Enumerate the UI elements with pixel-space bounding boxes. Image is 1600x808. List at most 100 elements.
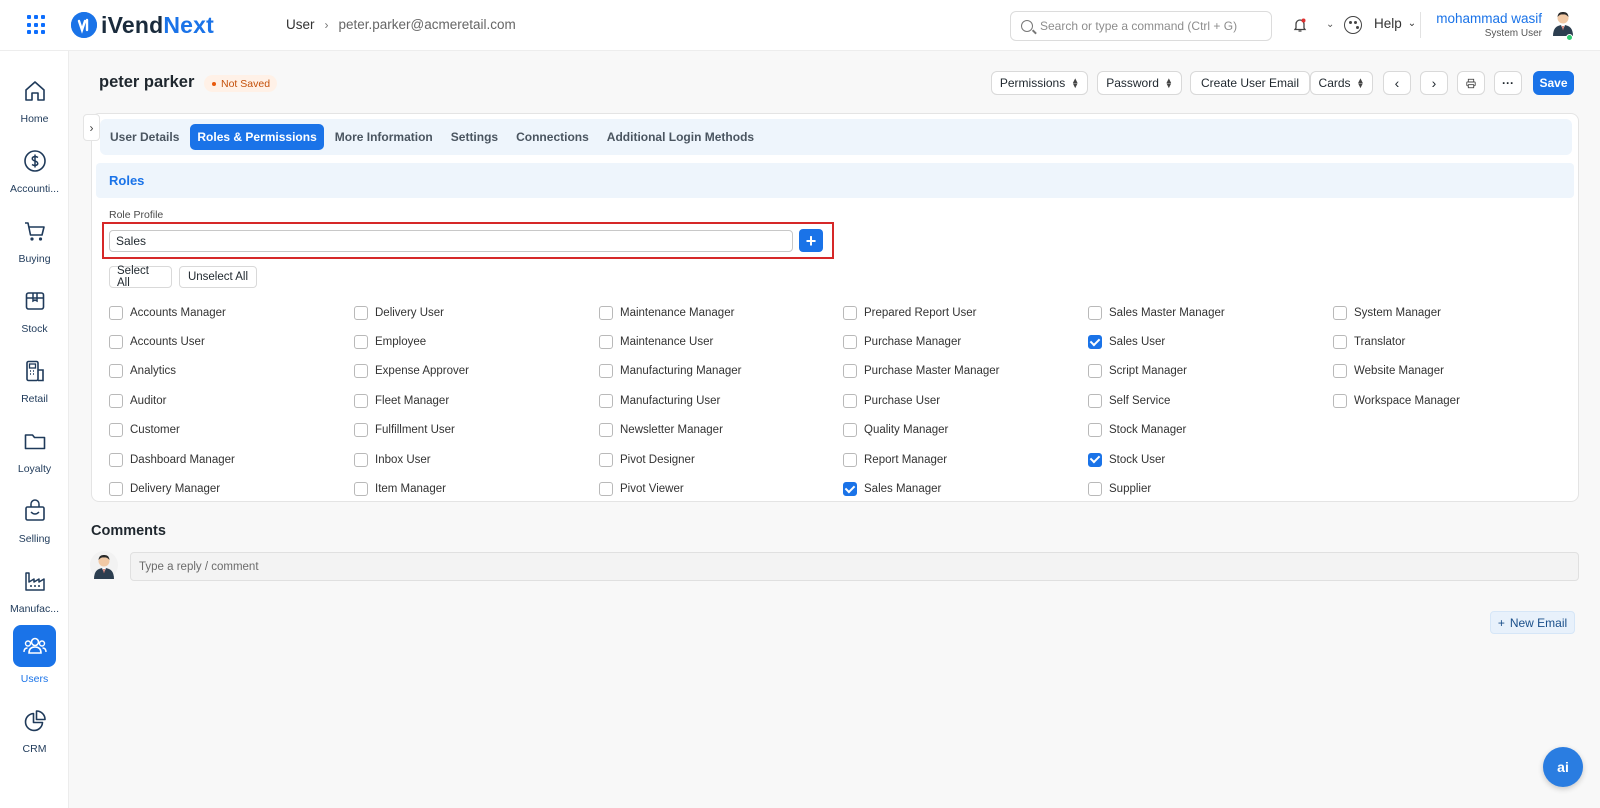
role-checkbox-item[interactable]: Item Manager	[354, 474, 584, 503]
checkbox-unchecked[interactable]	[599, 305, 613, 320]
role-checkbox-item[interactable]: Stock User	[1088, 445, 1318, 474]
checkbox-unchecked[interactable]	[109, 364, 123, 379]
checkbox-checked[interactable]	[843, 482, 857, 497]
role-checkbox-item[interactable]: Prepared Report User	[843, 298, 1073, 327]
role-checkbox-item[interactable]: Inbox User	[354, 445, 584, 474]
tab-more-information[interactable]: More Information	[328, 124, 440, 150]
print-button[interactable]	[1457, 71, 1485, 95]
permissions-dropdown-button[interactable]: Permissions ▲ ▼	[991, 71, 1088, 95]
sidebar-item-stock[interactable]: Stock	[0, 279, 69, 345]
role-checkbox-item[interactable]: Manufacturing User	[599, 386, 829, 415]
save-button[interactable]: Save	[1533, 71, 1574, 95]
checkbox-checked[interactable]	[1088, 335, 1102, 350]
checkbox-unchecked[interactable]	[354, 482, 368, 497]
checkbox-unchecked[interactable]	[354, 335, 368, 350]
checkbox-unchecked[interactable]	[354, 423, 368, 438]
sidebar-item-crm[interactable]: CRM	[0, 699, 69, 765]
role-checkbox-item[interactable]: Newsletter Manager	[599, 416, 829, 445]
checkbox-unchecked[interactable]	[599, 335, 613, 350]
previous-record-button[interactable]: ‹	[1383, 71, 1411, 95]
app-logo[interactable]: iVendNext	[71, 11, 214, 39]
notification-dropdown-chevron-icon[interactable]: ⌄	[1326, 19, 1334, 30]
checkbox-unchecked[interactable]	[109, 335, 123, 350]
search-input[interactable]: Search or type a command (Ctrl + G)	[1010, 11, 1272, 41]
select-all-button[interactable]: Select All	[109, 265, 172, 289]
checkbox-unchecked[interactable]	[354, 364, 368, 379]
help-menu[interactable]: Help ⌄	[1374, 16, 1416, 31]
role-checkbox-item[interactable]: Purchase Manager	[843, 327, 1073, 356]
sidebar-item-users[interactable]: Users	[0, 625, 69, 691]
role-checkbox-item[interactable]: Manufacturing Manager	[599, 357, 829, 386]
checkbox-unchecked[interactable]	[843, 364, 857, 379]
cards-dropdown-button[interactable]: Cards ▲ ▼	[1310, 71, 1373, 95]
role-checkbox-item[interactable]: Workspace Manager	[1333, 386, 1563, 415]
checkbox-unchecked[interactable]	[1333, 364, 1347, 379]
notification-bell-icon[interactable]	[1292, 17, 1308, 33]
tab-roles-permissions[interactable]: Roles & Permissions	[190, 124, 324, 150]
checkbox-unchecked[interactable]	[599, 452, 613, 467]
role-checkbox-item[interactable]: Website Manager	[1333, 357, 1563, 386]
checkbox-unchecked[interactable]	[843, 393, 857, 408]
checkbox-unchecked[interactable]	[843, 335, 857, 350]
checkbox-unchecked[interactable]	[109, 423, 123, 438]
role-checkbox-item[interactable]: Delivery Manager	[109, 474, 339, 503]
checkbox-unchecked[interactable]	[109, 393, 123, 408]
checkbox-unchecked[interactable]	[1088, 305, 1102, 320]
checkbox-unchecked[interactable]	[109, 305, 123, 320]
role-checkbox-item[interactable]: Script Manager	[1088, 357, 1318, 386]
sidebar-item-loyalty[interactable]: Loyalty	[0, 419, 69, 485]
expand-sidebar-toggle[interactable]: ›	[83, 114, 100, 141]
role-checkbox-item[interactable]: Translator	[1333, 327, 1563, 356]
sidebar-item-manufacturing[interactable]: Manufac...	[0, 559, 69, 625]
role-checkbox-item[interactable]: Purchase User	[843, 386, 1073, 415]
new-email-button[interactable]: + New Email	[1490, 611, 1575, 634]
role-checkbox-item[interactable]: Fulfillment User	[354, 416, 584, 445]
ai-assistant-button[interactable]: ai	[1543, 747, 1583, 787]
role-checkbox-item[interactable]: Dashboard Manager	[109, 445, 339, 474]
tab-user-details[interactable]: User Details	[103, 124, 186, 150]
role-checkbox-item[interactable]: Maintenance Manager	[599, 298, 829, 327]
user-avatar[interactable]	[1551, 10, 1575, 36]
comment-input[interactable]: Type a reply / comment	[130, 552, 1579, 581]
role-checkbox-item[interactable]: Customer	[109, 416, 339, 445]
role-checkbox-item[interactable]: Sales User	[1088, 327, 1318, 356]
user-menu[interactable]: mohammad wasif System User	[1436, 11, 1542, 39]
role-checkbox-item[interactable]: Pivot Viewer	[599, 474, 829, 503]
role-checkbox-item[interactable]: Auditor	[109, 386, 339, 415]
checkbox-unchecked[interactable]	[843, 305, 857, 320]
checkbox-unchecked[interactable]	[354, 452, 368, 467]
checkbox-unchecked[interactable]	[1088, 393, 1102, 408]
role-checkbox-item[interactable]: Maintenance User	[599, 327, 829, 356]
checkbox-unchecked[interactable]	[599, 364, 613, 379]
checkbox-unchecked[interactable]	[1333, 335, 1347, 350]
checkbox-unchecked[interactable]	[843, 452, 857, 467]
password-dropdown-button[interactable]: Password ▲ ▼	[1097, 71, 1182, 95]
role-checkbox-item[interactable]: Analytics	[109, 357, 339, 386]
breadcrumb-current[interactable]: peter.parker@acmeretail.com	[339, 17, 516, 32]
tab-connections[interactable]: Connections	[509, 124, 596, 150]
sidebar-item-selling[interactable]: Selling	[0, 489, 69, 555]
sidebar-item-retail[interactable]: Retail	[0, 349, 69, 415]
role-checkbox-item[interactable]: Accounts User	[109, 327, 339, 356]
checkbox-checked[interactable]	[1088, 452, 1102, 467]
checkbox-unchecked[interactable]	[109, 482, 123, 497]
apps-grid-icon[interactable]	[27, 15, 47, 35]
add-role-profile-button[interactable]: +	[799, 229, 823, 252]
checkbox-unchecked[interactable]	[843, 423, 857, 438]
role-checkbox-item[interactable]: Stock Manager	[1088, 416, 1318, 445]
checkbox-unchecked[interactable]	[354, 305, 368, 320]
checkbox-unchecked[interactable]	[1333, 305, 1347, 320]
role-checkbox-item[interactable]: Supplier	[1088, 474, 1318, 503]
tab-settings[interactable]: Settings	[444, 124, 505, 150]
checkbox-unchecked[interactable]	[599, 423, 613, 438]
role-checkbox-item[interactable]: Quality Manager	[843, 416, 1073, 445]
create-user-email-button[interactable]: Create User Email	[1190, 71, 1310, 95]
checkbox-unchecked[interactable]	[1088, 364, 1102, 379]
more-actions-button[interactable]: ···	[1494, 71, 1522, 95]
role-checkbox-item[interactable]: Delivery User	[354, 298, 584, 327]
role-checkbox-item[interactable]: Purchase Master Manager	[843, 357, 1073, 386]
checkbox-unchecked[interactable]	[1088, 482, 1102, 497]
roles-section-header[interactable]: Roles	[96, 163, 1574, 198]
next-record-button[interactable]: ›	[1420, 71, 1448, 95]
unselect-all-button[interactable]: Unselect All	[179, 266, 257, 288]
